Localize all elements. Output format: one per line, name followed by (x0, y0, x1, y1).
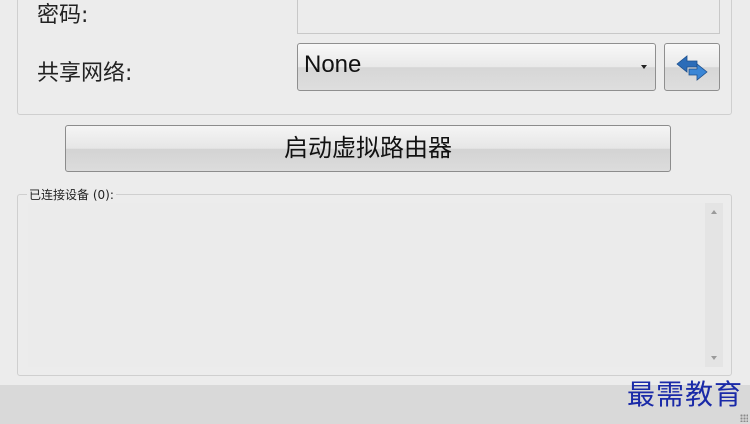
connected-devices-label: 已连接设备 (0): (27, 186, 116, 203)
watermark-text: 最需教育 (627, 378, 744, 411)
refresh-button[interactable] (664, 43, 720, 91)
share-network-label: 共享网络: (37, 61, 133, 86)
share-network-value: None (304, 51, 362, 78)
chevron-down-icon (641, 65, 647, 69)
password-field[interactable] (297, 0, 720, 34)
start-virtual-router-button[interactable]: 启动虚拟路由器 (65, 125, 671, 172)
resize-grip-icon[interactable] (740, 414, 748, 422)
refresh-arrows-icon (676, 55, 708, 81)
password-label: 密码: (37, 3, 89, 28)
share-network-select[interactable]: None (297, 43, 656, 91)
scroll-up-icon[interactable] (711, 210, 717, 214)
devices-scrollbar[interactable] (705, 203, 723, 367)
main-panel: 密码: 共享网络: None 启动虚拟路由器 已连接设备 (0): (0, 0, 750, 385)
connected-devices-list[interactable] (28, 203, 705, 367)
scroll-down-icon[interactable] (711, 356, 717, 360)
